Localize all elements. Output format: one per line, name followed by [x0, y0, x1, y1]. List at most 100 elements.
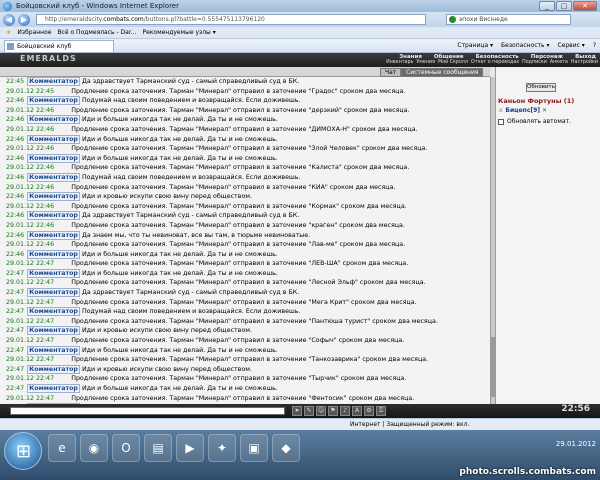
chat-nick[interactable]: Комментатор: [27, 211, 80, 221]
folder-taskbar-icon[interactable]: ▤: [144, 434, 172, 462]
favorites-item-2[interactable]: Рекомендуемые узлы ▾: [142, 29, 215, 36]
chat-time[interactable]: 29.01.12 22:47: [6, 337, 54, 344]
chat-time[interactable]: 29.01.12 22:46: [6, 222, 54, 229]
chat-time[interactable]: 22:47: [6, 308, 24, 315]
auto-update-checkbox[interactable]: [498, 118, 504, 125]
help-menu[interactable]: ?: [593, 42, 596, 49]
clear-icon[interactable]: ✎: [304, 406, 314, 416]
chat-time[interactable]: 22:46: [6, 116, 24, 123]
chat-line: 29.01.12 22:47 Продление срока заточения.…: [0, 355, 490, 365]
chat-nick[interactable]: Комментатор: [27, 134, 80, 144]
chat-time[interactable]: 29.01.12 22:46: [6, 107, 54, 114]
chat-nick[interactable]: Комментатор: [27, 307, 80, 317]
chrome-taskbar-icon[interactable]: ◉: [80, 434, 108, 462]
chat-nick[interactable]: Комментатор: [27, 153, 80, 163]
favorites-item-1[interactable]: Всё о Подмеялась - Dar...: [57, 29, 136, 36]
chat-time[interactable]: 22:47: [6, 289, 24, 296]
start-button[interactable]: ⊞: [4, 432, 42, 470]
chat-time[interactable]: 22:47: [6, 366, 24, 373]
submenu-profile[interactable]: Анкета: [550, 60, 568, 65]
chat-time[interactable]: 29.01.12 22:45: [6, 88, 54, 95]
filter-icon[interactable]: ⚑: [328, 406, 338, 416]
chat-nick[interactable]: Комментатор: [27, 192, 80, 202]
lock-icon[interactable]: ⚿: [376, 406, 386, 416]
chat-nick[interactable]: Комментатор: [27, 288, 80, 298]
settings-icon[interactable]: ⚙: [364, 406, 374, 416]
favorites-button[interactable]: Избранное: [17, 29, 51, 36]
submenu-settings[interactable]: Настройки: [571, 60, 598, 65]
chat-nick[interactable]: Комментатор: [27, 268, 80, 278]
chat-time[interactable]: 22:46: [6, 155, 24, 162]
url-field[interactable]: http://emeraldscity.combats.com/buttons.…: [36, 14, 426, 25]
submenu-inventory[interactable]: Инвентарь: [386, 60, 413, 65]
media-taskbar-icon[interactable]: ▶: [176, 434, 204, 462]
sound-icon[interactable]: ♪: [340, 406, 350, 416]
chat-nick[interactable]: Комментатор: [27, 77, 80, 86]
chat-nick[interactable]: Комментатор: [27, 96, 80, 106]
chat-time[interactable]: 22:46: [6, 232, 24, 239]
chat-time[interactable]: 22:47: [6, 327, 24, 334]
chat-nick[interactable]: Комментатор: [27, 384, 80, 393]
user-row[interactable]: ⚔ Бицепс[9] ✕: [498, 107, 547, 114]
chat-time[interactable]: 29.01.12 22:46: [6, 145, 54, 152]
submenu-skills[interactable]: Умения: [416, 60, 435, 65]
smile-icon[interactable]: ☺: [316, 406, 326, 416]
chat-time[interactable]: 22:46: [6, 174, 24, 181]
minimize-button[interactable]: _: [539, 1, 555, 11]
chat-time[interactable]: 22:47: [6, 270, 24, 277]
send-icon[interactable]: ➤: [292, 406, 302, 416]
chat-time[interactable]: 29.01.12 22:47: [6, 299, 54, 306]
maximize-button[interactable]: □: [556, 1, 572, 11]
user-name[interactable]: Бицепс[9]: [505, 107, 540, 114]
forward-arrow-icon[interactable]: ▶: [18, 13, 30, 26]
ie-taskbar-icon[interactable]: e: [48, 434, 76, 462]
browser-tab[interactable]: Бойцовский клуб: [4, 39, 114, 52]
info-icon[interactable]: ✕: [542, 107, 547, 114]
chat-nick[interactable]: Комментатор: [27, 249, 80, 259]
chat-input[interactable]: [10, 407, 285, 415]
chat-time[interactable]: 29.01.12 22:47: [6, 318, 54, 325]
favorites-star-icon[interactable]: ★: [6, 29, 11, 36]
app2-taskbar-icon[interactable]: ◆: [272, 434, 300, 462]
security-menu[interactable]: Безопасность ▾: [501, 42, 549, 49]
translit-icon[interactable]: A: [352, 406, 362, 416]
chat-time[interactable]: 29.01.12 22:47: [6, 375, 54, 382]
refresh-button[interactable]: Обновить: [526, 83, 556, 92]
chat-time[interactable]: 29.01.12 22:46: [6, 184, 54, 191]
chat-time[interactable]: 29.01.12 22:47: [6, 260, 54, 267]
close-button[interactable]: ✕: [573, 1, 597, 11]
tools-menu[interactable]: Сервис ▾: [557, 42, 584, 49]
tab-system-messages[interactable]: Системные сообщения: [401, 68, 484, 77]
chat-time[interactable]: 22:46: [6, 251, 24, 258]
chat-nick[interactable]: Комментатор: [27, 364, 80, 374]
chat-time[interactable]: 22:46: [6, 193, 24, 200]
chat-time[interactable]: 22:46: [6, 97, 24, 104]
chat-time[interactable]: 29.01.12 22:47: [6, 356, 54, 363]
chat-nick[interactable]: Комментатор: [27, 115, 80, 125]
chat-time[interactable]: 29.01.12 22:46: [6, 241, 54, 248]
search-field[interactable]: эпохи Висінеде: [446, 14, 571, 25]
chat-time[interactable]: 22:46: [6, 212, 24, 219]
chat-time[interactable]: 22:47: [6, 385, 24, 392]
app-taskbar-icon[interactable]: ▣: [240, 434, 268, 462]
chat-time[interactable]: 29.01.12 22:47: [6, 279, 54, 286]
submenu-subscriptions[interactable]: Подписки: [522, 60, 547, 65]
chat-time[interactable]: 29.01.12 22:46: [6, 164, 54, 171]
chat-time[interactable]: 22:47: [6, 347, 24, 354]
page-menu[interactable]: Страница ▾: [457, 42, 493, 49]
chat-time[interactable]: 29.01.12 22:46: [6, 203, 54, 210]
chat-time[interactable]: 22:45: [6, 78, 24, 85]
chat-nick[interactable]: Комментатор: [27, 326, 80, 336]
opera-taskbar-icon[interactable]: O: [112, 434, 140, 462]
submenu-transfers[interactable]: Отчет о переводах: [471, 60, 519, 65]
tab-chat[interactable]: Чат: [380, 68, 402, 77]
back-arrow-icon[interactable]: ◀: [3, 13, 15, 26]
chat-time[interactable]: 22:46: [6, 136, 24, 143]
submenu-scroll[interactable]: Мой Скролл: [438, 60, 468, 65]
tool-taskbar-icon[interactable]: ✦: [208, 434, 236, 462]
chat-nick[interactable]: Комментатор: [27, 172, 80, 182]
chat-time[interactable]: 29.01.12 22:47: [6, 395, 54, 402]
chat-time[interactable]: 29.01.12 22:46: [6, 126, 54, 133]
chat-nick[interactable]: Комментатор: [27, 345, 80, 355]
chat-nick[interactable]: Комментатор: [27, 230, 80, 240]
